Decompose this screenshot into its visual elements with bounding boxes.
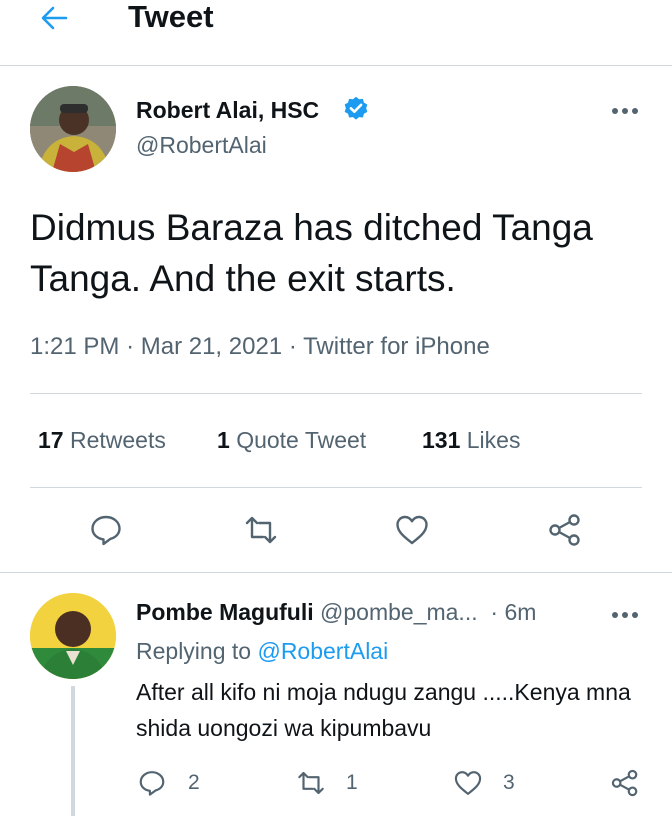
reply-text: After all kifo ni moja ndugu zangu .....… bbox=[136, 679, 631, 741]
likes-stat[interactable]: 131 Likes bbox=[422, 425, 520, 455]
retweets-count: 17 bbox=[38, 427, 64, 453]
reply-icon[interactable] bbox=[137, 768, 167, 798]
replying-to: Replying to @RobertAlai bbox=[136, 637, 388, 665]
retweets-label: Retweets bbox=[69, 427, 166, 453]
share-icon[interactable] bbox=[547, 512, 583, 548]
meta-separator: · bbox=[126, 333, 141, 360]
share-icon[interactable] bbox=[610, 768, 640, 798]
tweet-date[interactable]: Mar 21, 2021 bbox=[141, 333, 282, 360]
reply-icon[interactable] bbox=[88, 512, 124, 548]
divider bbox=[30, 487, 642, 488]
reply-count: 2 bbox=[188, 771, 200, 794]
divider bbox=[0, 572, 672, 573]
meta-separator: · bbox=[288, 333, 304, 360]
retweet-icon[interactable] bbox=[296, 768, 326, 798]
meta-separator: · bbox=[484, 599, 505, 625]
reply-author-name[interactable]: Pombe Magufuli bbox=[136, 599, 314, 625]
like-icon[interactable] bbox=[453, 768, 483, 798]
tweet-text: Didmus Baraza has ditched Tanga Tanga. A… bbox=[30, 207, 593, 299]
reply-time[interactable]: 6m bbox=[504, 599, 536, 625]
tweet-source[interactable]: Twitter for iPhone bbox=[303, 333, 490, 360]
quotes-count: 1 bbox=[217, 427, 230, 453]
author-handle[interactable]: @RobertAlai bbox=[136, 131, 267, 159]
page-title: Tweet bbox=[128, 0, 214, 34]
arrow-left-icon[interactable] bbox=[38, 2, 70, 34]
likes-count: 131 bbox=[422, 427, 461, 453]
reply-header: Pombe Magufuli @pombe_ma... · 6m bbox=[136, 598, 536, 626]
quotes-label: Quote Tweet bbox=[236, 427, 367, 453]
tweet-meta: 1:21 PM · Mar 21, 2021 · Twitter for iPh… bbox=[30, 332, 490, 362]
reply-author-handle[interactable]: @pombe_ma... bbox=[320, 599, 478, 625]
author-avatar[interactable] bbox=[30, 86, 116, 172]
more-options-icon[interactable] bbox=[610, 106, 640, 116]
author-name[interactable]: Robert Alai, HSC bbox=[136, 96, 319, 124]
like-count: 3 bbox=[503, 771, 515, 794]
like-icon[interactable] bbox=[394, 512, 430, 548]
top-bar: Tweet bbox=[0, 0, 672, 66]
replying-to-mention[interactable]: @RobertAlai bbox=[257, 638, 388, 664]
quote-tweets-stat[interactable]: 1 Quote Tweet bbox=[217, 425, 366, 455]
reply-author-avatar[interactable] bbox=[30, 593, 116, 679]
replying-label: Replying to bbox=[136, 638, 252, 664]
tweet-time[interactable]: 1:21 PM bbox=[30, 333, 119, 360]
retweet-count: 1 bbox=[346, 771, 358, 794]
more-options-icon[interactable] bbox=[610, 610, 640, 620]
divider bbox=[30, 393, 642, 394]
retweet-icon[interactable] bbox=[243, 512, 279, 548]
retweets-stat[interactable]: 17 Retweets bbox=[38, 425, 166, 455]
likes-label: Likes bbox=[466, 427, 521, 453]
verified-badge-icon bbox=[344, 96, 368, 120]
thread-line bbox=[71, 686, 75, 816]
